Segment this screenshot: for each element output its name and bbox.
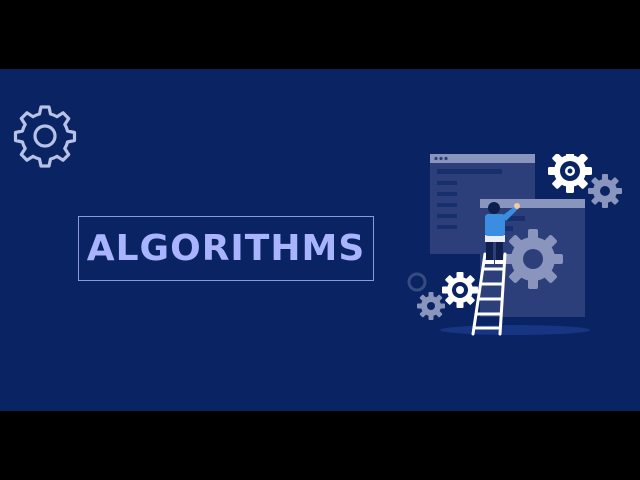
gear-faint	[407, 272, 427, 292]
gear-icon	[13, 105, 77, 168]
gear-bottom-gray	[417, 292, 445, 320]
floor-shadow	[440, 325, 590, 335]
gear-bottom-white	[442, 272, 478, 308]
gear-top-right	[548, 154, 592, 193]
slide-title: ALGORITHMS	[86, 227, 366, 269]
gear-right-small	[588, 174, 622, 208]
slide: ALGORITHMS	[0, 69, 640, 411]
gears-illustration	[407, 154, 622, 336]
gear-large	[503, 229, 563, 289]
title-box: ALGORITHMS	[78, 216, 374, 281]
